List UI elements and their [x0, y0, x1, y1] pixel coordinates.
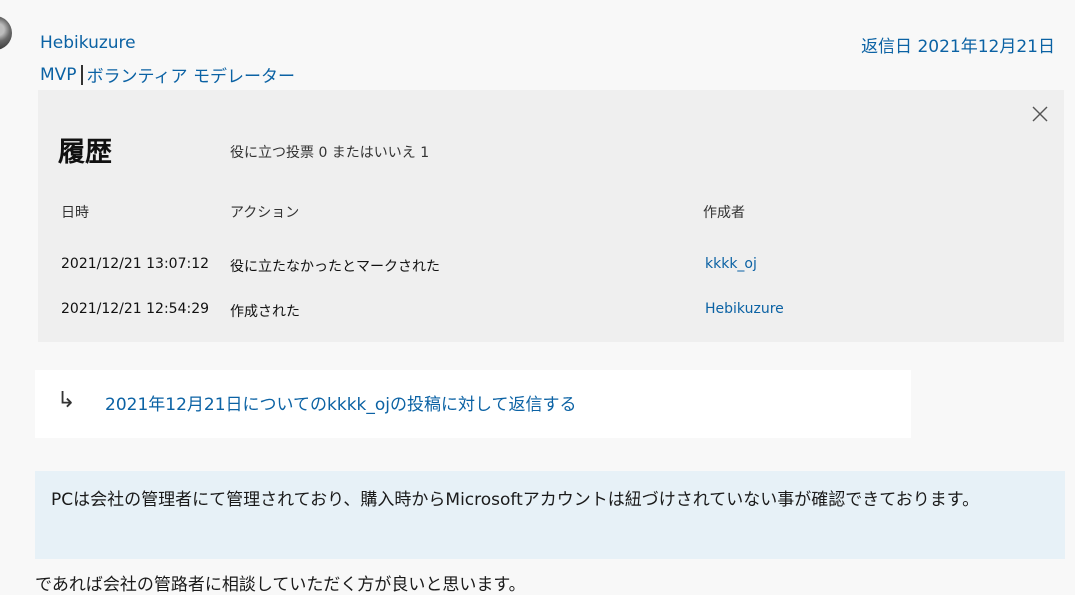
reply-to-post[interactable]: ↳ 2021年12月21日についてのkkkk_ojの投稿に対して返信する	[35, 370, 911, 438]
column-header-author: 作成者	[703, 205, 745, 221]
row-1-datetime: 2021/12/21 13:07:12	[61, 256, 210, 272]
row-2-datetime: 2021/12/21 12:54:29	[61, 301, 210, 317]
history-title: 履歴	[58, 137, 112, 168]
role-separator	[80, 64, 83, 85]
reply-arrow-icon: ↳	[57, 388, 76, 413]
reply-date: 返信日 2021年12月21日	[861, 37, 1055, 57]
mvp-label[interactable]: MVP	[40, 65, 77, 85]
avatar[interactable]	[0, 16, 12, 50]
reply-to-post-link[interactable]: 2021年12月21日についてのkkkk_ojの投稿に対して返信する	[105, 390, 577, 415]
row-1-author-link[interactable]: kkkk_oj	[705, 256, 757, 272]
close-icon[interactable]	[1030, 104, 1050, 124]
row-2-author-link[interactable]: Hebikuzure	[705, 301, 784, 317]
moderator-label[interactable]: ボランティア モデレーター	[87, 62, 295, 87]
author-name-link[interactable]: Hebikuzure	[40, 33, 136, 53]
reply-body-text: であれば会社の管路者に相談していただく方が良いと思います。	[35, 575, 526, 595]
votes-summary: 役に立つ投票 0 またはいいえ 1	[230, 145, 430, 161]
author-role: MVP ボランティア モデレーター	[40, 62, 295, 87]
column-header-datetime: 日時	[61, 205, 89, 221]
column-header-action: アクション	[230, 205, 300, 221]
history-panel: 履歴 役に立つ投票 0 またはいいえ 1 日時 アクション 作成者 2021/1…	[38, 90, 1064, 342]
quoted-text: PCは会社の管理者にて管理されており、購入時からMicrosoftアカウントは紐…	[35, 471, 1065, 559]
row-1-action: 役に立たなかったとマークされた	[230, 259, 440, 275]
row-2-action: 作成された	[230, 304, 300, 320]
